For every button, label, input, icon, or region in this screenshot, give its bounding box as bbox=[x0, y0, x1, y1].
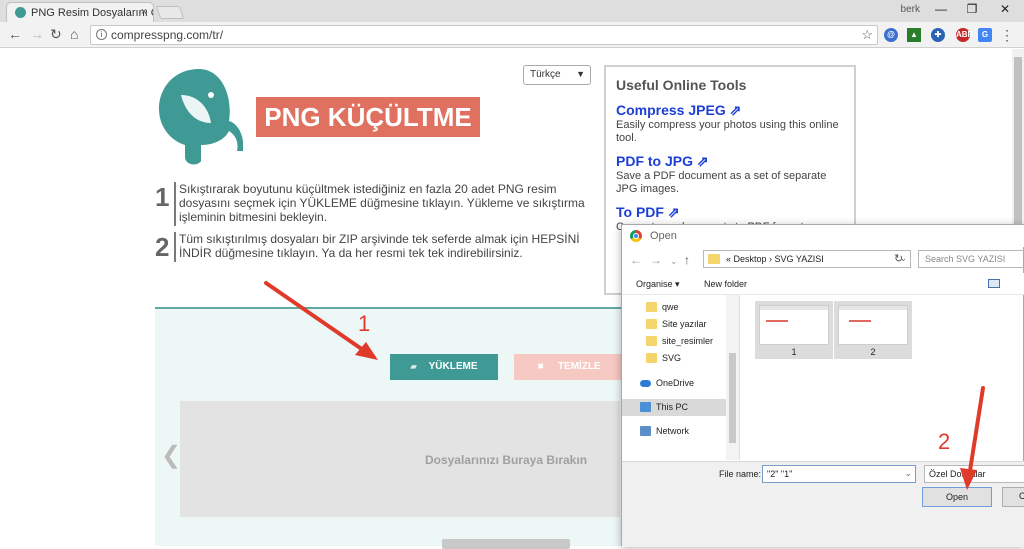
scrollbar-thumb[interactable] bbox=[729, 353, 736, 443]
folder-icon bbox=[708, 254, 720, 264]
dialog-forward-icon[interactable]: → bbox=[650, 253, 662, 267]
file-name-label: File name: bbox=[719, 469, 762, 479]
tree-item-svg[interactable]: SVG bbox=[622, 350, 726, 367]
dialog-back-icon[interactable]: ← bbox=[630, 253, 642, 267]
dialog-search-input[interactable]: Search SVG YAZISI bbox=[918, 250, 1024, 268]
tree-item-label: OneDrive bbox=[656, 378, 695, 388]
folder-icon bbox=[646, 319, 657, 329]
tree-item-label: Network bbox=[656, 426, 690, 436]
file-thumbnail-1[interactable]: 1 bbox=[755, 301, 833, 359]
image-thumbnail bbox=[759, 305, 829, 345]
annotation-number-1: 1 bbox=[358, 311, 371, 336]
new-folder-button[interactable]: New folder bbox=[704, 279, 747, 289]
annotation-number-2-overlay: 2 bbox=[938, 429, 951, 454]
view-options-icon[interactable] bbox=[988, 279, 1000, 288]
tree-item-site-resimler[interactable]: site_resimler bbox=[622, 333, 726, 350]
dialog-recent-icon[interactable]: ⌄ bbox=[670, 256, 678, 267]
tree-item-label: This PC bbox=[656, 402, 689, 412]
dialog-title-bar: Open bbox=[622, 225, 1024, 247]
chevron-down-icon[interactable]: ⌄ bbox=[904, 468, 912, 479]
network-icon bbox=[640, 426, 651, 436]
folder-icon bbox=[646, 353, 657, 363]
cloud-icon bbox=[640, 380, 651, 387]
folder-icon bbox=[646, 302, 657, 312]
file-name: 1 bbox=[791, 347, 797, 357]
organise-menu[interactable]: Organise ▾ bbox=[636, 279, 680, 290]
image-thumbnail bbox=[838, 305, 908, 345]
file-thumbnail-2[interactable]: 2 bbox=[834, 301, 912, 359]
navigation-pane: qwe Site yazılar site_resimler SVG OneDr… bbox=[622, 295, 740, 460]
path-text: Desktop › SVG YAZISI bbox=[733, 254, 824, 264]
tree-item-this-pc[interactable]: This PC bbox=[622, 399, 726, 416]
path-prefix: « bbox=[726, 254, 732, 264]
cancel-button[interactable]: C bbox=[1002, 487, 1024, 507]
file-name: 2 bbox=[870, 347, 876, 357]
tree-item-label: SVG bbox=[662, 353, 682, 363]
tree-item-label: qwe bbox=[662, 302, 679, 312]
navigation-pane-scrollbar[interactable] bbox=[726, 295, 739, 460]
dialog-title: Open bbox=[650, 230, 677, 242]
folder-icon bbox=[646, 336, 657, 346]
dialog-address-bar[interactable]: « Desktop › SVG YAZISI ⌄ bbox=[703, 250, 911, 268]
open-file-dialog: Open ← → ⌄ ↑ « Desktop › SVG YAZISI ⌄ ↻ … bbox=[621, 224, 1024, 547]
file-type-select[interactable]: Özel Dosyalar bbox=[924, 465, 1024, 483]
dialog-up-icon[interactable]: ↑ bbox=[684, 253, 690, 267]
tree-item-onedrive[interactable]: OneDrive bbox=[622, 375, 726, 392]
tree-item-site-yazilar[interactable]: Site yazılar bbox=[622, 316, 726, 333]
open-button[interactable]: Open bbox=[922, 487, 992, 507]
dialog-command-bar: Organise ▾ New folder bbox=[622, 273, 1024, 295]
tree-item-label: site_resimler bbox=[662, 336, 714, 346]
file-name-value: "2" "1" bbox=[767, 469, 793, 479]
chrome-icon bbox=[630, 230, 642, 242]
file-name-input[interactable]: "2" "1" ⌄ bbox=[762, 465, 916, 483]
computer-icon bbox=[640, 402, 651, 412]
tree-item-network[interactable]: Network bbox=[622, 423, 726, 440]
tree-item-qwe[interactable]: qwe bbox=[622, 299, 726, 316]
tree-item-label: Site yazılar bbox=[662, 319, 707, 329]
dialog-refresh-icon[interactable]: ↻ bbox=[894, 252, 903, 265]
